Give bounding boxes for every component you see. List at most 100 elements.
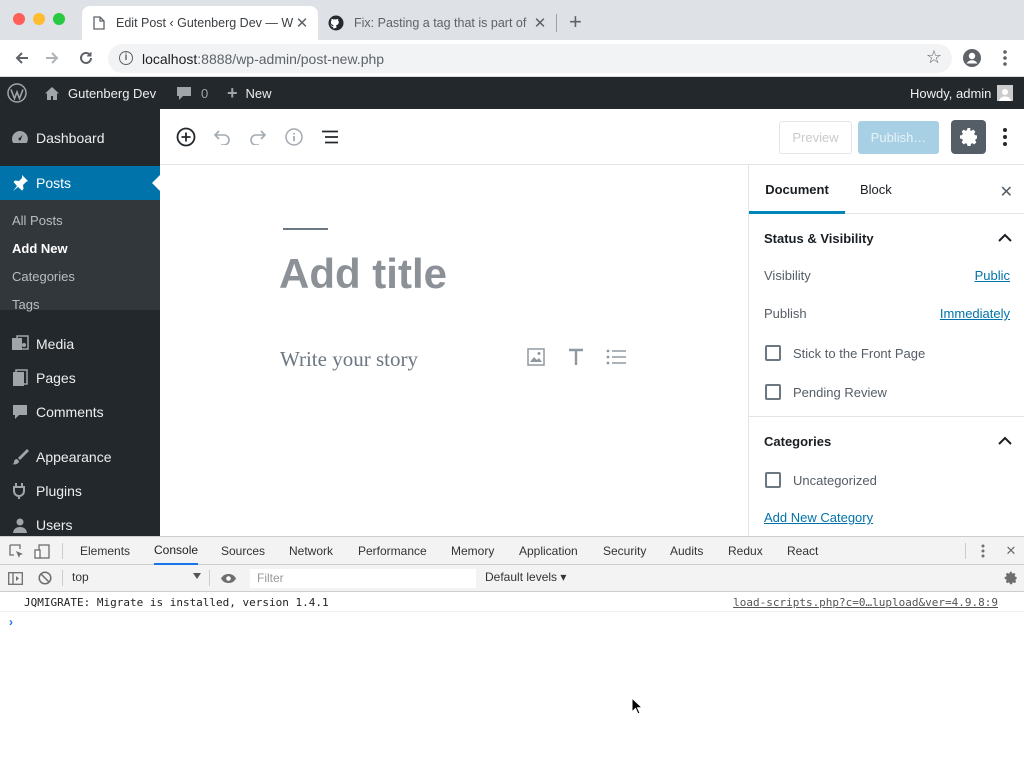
console-prompt[interactable]: › [9,615,13,629]
site-name-link[interactable]: Gutenberg Dev [44,77,156,109]
account-menu[interactable]: Howdy, admin [910,77,1014,109]
tab-security[interactable]: Security [603,537,646,565]
add-new-category-link[interactable]: Add New Category [764,510,873,525]
section-title-status[interactable]: Status & Visibility [764,231,874,246]
visibility-toggle[interactable]: Public [975,268,1010,283]
block-navigation-icon[interactable] [318,125,342,149]
media-icon [0,335,36,353]
tab-performance[interactable]: Performance [358,537,427,565]
tab-react[interactable]: React [787,537,818,565]
star-icon[interactable]: ☆ [926,47,942,68]
chevron-up-icon[interactable] [998,233,1012,243]
new-tab-button[interactable]: + [569,11,582,33]
back-arrow-icon[interactable] [12,48,32,68]
clear-console-icon[interactable] [37,570,53,586]
tab-application[interactable]: Application [519,537,578,565]
tab-elements[interactable]: Elements [80,537,130,565]
tab-divider [556,14,557,32]
mouse-cursor-icon [631,697,643,715]
tab-document[interactable]: Document [749,165,845,214]
close-icon[interactable]: ✕ [1003,543,1019,559]
sidebar-item-appearance[interactable]: Appearance [0,440,160,474]
section-title-categories[interactable]: Categories [764,434,831,449]
console-toolbar: top Filter Default levels ▾ [0,565,1024,592]
window-minimize-button[interactable] [33,13,45,25]
sidebar-toggle-icon[interactable] [7,570,23,586]
tab-block[interactable]: Block [860,165,892,214]
image-icon[interactable] [525,346,547,368]
window-zoom-button[interactable] [53,13,65,25]
post-title-input[interactable]: Add title [279,250,447,298]
sidebar-item-media[interactable]: Media [0,327,160,361]
tab-memory[interactable]: Memory [451,537,494,565]
plug-icon [0,482,36,500]
address-bar[interactable]: i localhost:8888/wp-admin/post-new.php ☆ [108,44,952,73]
tab-close-icon[interactable]: ✕ [532,14,548,32]
log-levels-dropdown[interactable]: Default levels ▾ [485,570,566,584]
comments-link[interactable]: 0 [176,77,208,109]
submenu-item-tags[interactable]: Tags [12,297,39,312]
uncategorized-checkbox[interactable] [765,472,781,488]
console-settings-gear-icon[interactable] [1003,570,1019,586]
site-info-icon[interactable]: i [119,51,133,65]
sidebar-item-pages[interactable]: Pages [0,361,160,395]
publish-date-toggle[interactable]: Immediately [940,306,1010,321]
reload-icon[interactable] [76,48,96,68]
sidebar-item-posts[interactable]: Posts [0,166,160,200]
wordpress-logo-icon[interactable] [7,77,27,109]
devtools-menu-icon[interactable] [977,543,989,559]
submenu-item-categories[interactable]: Categories [12,269,75,284]
publish-button[interactable]: Publish… [858,121,939,154]
sidebar-item-label: Pages [36,370,76,386]
console-filter-input[interactable]: Filter [250,569,476,588]
sidebar-item-label: Plugins [36,483,82,499]
tab-network[interactable]: Network [289,537,333,565]
submenu-item-all-posts[interactable]: All Posts [12,213,63,228]
posts-submenu: All Posts Add New Categories Tags [0,200,160,312]
new-content-link[interactable]: + New [227,77,272,109]
browser-tab[interactable]: Fix: Pasting a tag that is part of ✕ [318,6,556,40]
toolbar-divider [965,543,966,559]
forward-arrow-icon[interactable] [42,48,62,68]
section-divider [749,416,1024,417]
info-icon[interactable] [282,125,306,149]
sidebar-item-plugins[interactable]: Plugins [0,474,160,508]
close-icon[interactable]: ✕ [1000,182,1013,202]
tab-close-icon[interactable]: ✕ [294,14,310,32]
submenu-item-add-new[interactable]: Add New [12,241,68,256]
settings-gear-icon[interactable] [951,120,986,154]
devtools-panel: Elements Console Sources Network Perform… [0,536,1024,768]
stick-to-front-checkbox[interactable] [765,345,781,361]
editor-header: Preview Publish… [160,109,1024,165]
heading-icon[interactable] [565,346,587,368]
tab-redux[interactable]: Redux [728,537,763,565]
comment-icon [0,404,36,420]
list-icon[interactable] [605,346,627,368]
redo-icon[interactable] [246,125,270,149]
undo-icon[interactable] [210,125,234,149]
sidebar-item-comments[interactable]: Comments [0,395,160,429]
window-close-button[interactable] [13,13,25,25]
add-block-icon[interactable] [174,125,198,149]
kebab-icon[interactable] [995,48,1015,68]
sidebar-item-label: Dashboard [36,130,105,146]
default-block-appender[interactable]: Write your story [280,347,418,372]
profile-icon[interactable] [962,48,982,68]
inspect-element-icon[interactable] [8,543,24,559]
preview-button[interactable]: Preview [779,121,852,154]
context-selector[interactable]: top [72,570,89,584]
device-toolbar-icon[interactable] [34,543,50,559]
sidebar-item-label: Media [36,336,75,352]
more-options-icon[interactable] [998,125,1012,149]
console-source-link[interactable]: load-scripts.php?c=0…lupload&ver=4.9.8:9 [733,596,998,609]
sidebar-item-dashboard[interactable]: Dashboard [0,121,160,155]
tab-sources[interactable]: Sources [221,537,265,565]
eye-icon[interactable] [219,570,237,586]
chevron-up-icon[interactable] [998,436,1012,446]
pending-review-checkbox[interactable] [765,384,781,400]
tab-console[interactable]: Console [154,537,199,565]
browser-tab-active[interactable]: Edit Post ‹ Gutenberg Dev — W ✕ [82,6,318,40]
pin-icon [0,174,36,192]
toolbar-divider [62,543,63,559]
tab-audits[interactable]: Audits [670,537,703,565]
